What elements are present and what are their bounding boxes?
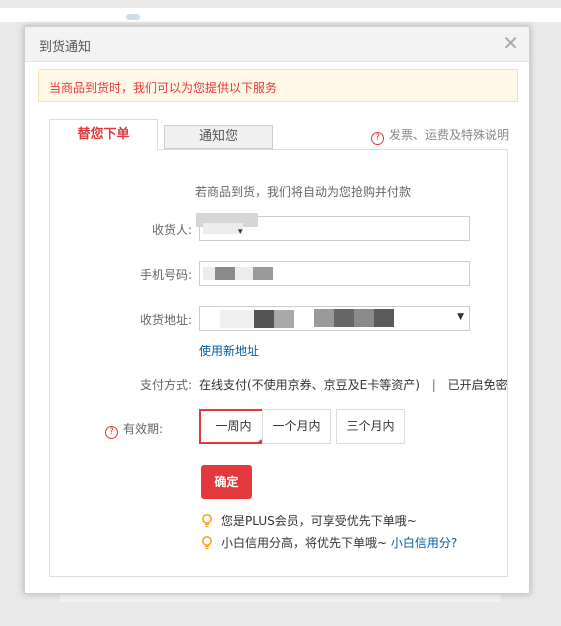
redacted-address-3 bbox=[274, 310, 294, 328]
payment-label: 支付方式: bbox=[139, 378, 192, 392]
redacted-address-1 bbox=[220, 310, 254, 328]
question-icon[interactable]: ? bbox=[105, 426, 118, 439]
help-link[interactable]: ? 发票、运费及特殊说明 bbox=[370, 126, 509, 145]
address-select[interactable]: ▼ bbox=[199, 306, 470, 331]
payment-status: 已开启免密 bbox=[447, 378, 508, 392]
close-icon[interactable]: ✕ bbox=[502, 32, 519, 54]
credit-score-link[interactable]: 小白信用分? bbox=[391, 536, 457, 550]
question-icon: ? bbox=[370, 132, 384, 145]
payment-separator: | bbox=[431, 378, 436, 392]
validity-label-group: ? 有效期: bbox=[105, 420, 163, 439]
consignee-label: 收货人: bbox=[151, 223, 192, 237]
caret-icon: ▾ bbox=[238, 227, 243, 237]
service-notice-banner: 当商品到货时，我们可以为您提供以下服务 bbox=[38, 69, 518, 102]
lightbulb-icon bbox=[202, 536, 212, 550]
tip-plus-text: 您是PLUS会员，可享受优先下单哦~ bbox=[221, 514, 417, 528]
redacted-name-2 bbox=[203, 223, 243, 234]
address-label: 收货地址: bbox=[139, 313, 192, 327]
redacted-address-7 bbox=[374, 309, 394, 327]
redacted-address-5 bbox=[334, 309, 354, 327]
validity-option-week-label: 一周内 bbox=[215, 419, 252, 433]
validity-option-three-months[interactable]: 三个月内 bbox=[336, 409, 405, 444]
redacted-phone-1 bbox=[203, 267, 215, 280]
help-link-text: 发票、运费及特殊说明 bbox=[388, 128, 509, 142]
background-page-footer bbox=[60, 594, 501, 602]
background-page-element bbox=[126, 14, 140, 20]
tip-credit-text: 小白信用分高，将优先下单哦~ bbox=[221, 536, 388, 550]
phone-label: 手机号码: bbox=[139, 268, 192, 282]
phone-input[interactable] bbox=[199, 261, 470, 286]
service-notice-text: 当商品到货时，我们可以为您提供以下服务 bbox=[49, 81, 278, 95]
form-intro: 若商品到货，我们将自动为您抢购并付款 bbox=[195, 185, 412, 199]
dialog-titlebar: 到货通知 ✕ bbox=[25, 27, 529, 62]
tab-notify-me[interactable]: 通知您 bbox=[164, 125, 273, 149]
consignee-input[interactable]: ▾ bbox=[196, 213, 470, 241]
order-form-panel: 若商品到货，我们将自动为您抢购并付款 收货人: ▾ 手机号码: 收货地址: ▼ bbox=[49, 149, 508, 577]
validity-option-week[interactable]: 一周内 bbox=[199, 409, 268, 444]
validity-option-month[interactable]: 一个月内 bbox=[262, 409, 331, 444]
redacted-address-6 bbox=[354, 309, 374, 327]
background-page-strip bbox=[0, 8, 561, 22]
redacted-address-4 bbox=[314, 309, 334, 327]
tip-plus: 您是PLUS会员，可享受优先下单哦~ bbox=[201, 512, 417, 529]
payment-info: 在线支付(不使用京券、京豆及E卡等资产) | 已开启免密 bbox=[199, 376, 508, 393]
confirm-button[interactable]: 确定 bbox=[201, 465, 252, 499]
payment-method: 在线支付(不使用京券、京豆及E卡等资产) bbox=[199, 378, 420, 392]
lightbulb-icon bbox=[202, 514, 212, 528]
new-address-link[interactable]: 使用新地址 bbox=[199, 342, 259, 359]
tip-credit: 小白信用分高，将优先下单哦~ 小白信用分? bbox=[201, 534, 457, 551]
redacted-phone-2 bbox=[215, 267, 235, 280]
chevron-down-icon: ▼ bbox=[457, 312, 464, 322]
redacted-phone-4 bbox=[253, 267, 273, 280]
dialog-title: 到货通知 bbox=[39, 40, 92, 55]
arrival-notice-dialog: 到货通知 ✕ 当商品到货时，我们可以为您提供以下服务 替您下单 通知您 ? 发票、… bbox=[24, 26, 530, 594]
redacted-phone-3 bbox=[235, 267, 253, 280]
tab-order-for-me[interactable]: 替您下单 bbox=[49, 119, 158, 150]
validity-label: 有效期: bbox=[123, 422, 164, 436]
redacted-address-2 bbox=[254, 310, 274, 328]
